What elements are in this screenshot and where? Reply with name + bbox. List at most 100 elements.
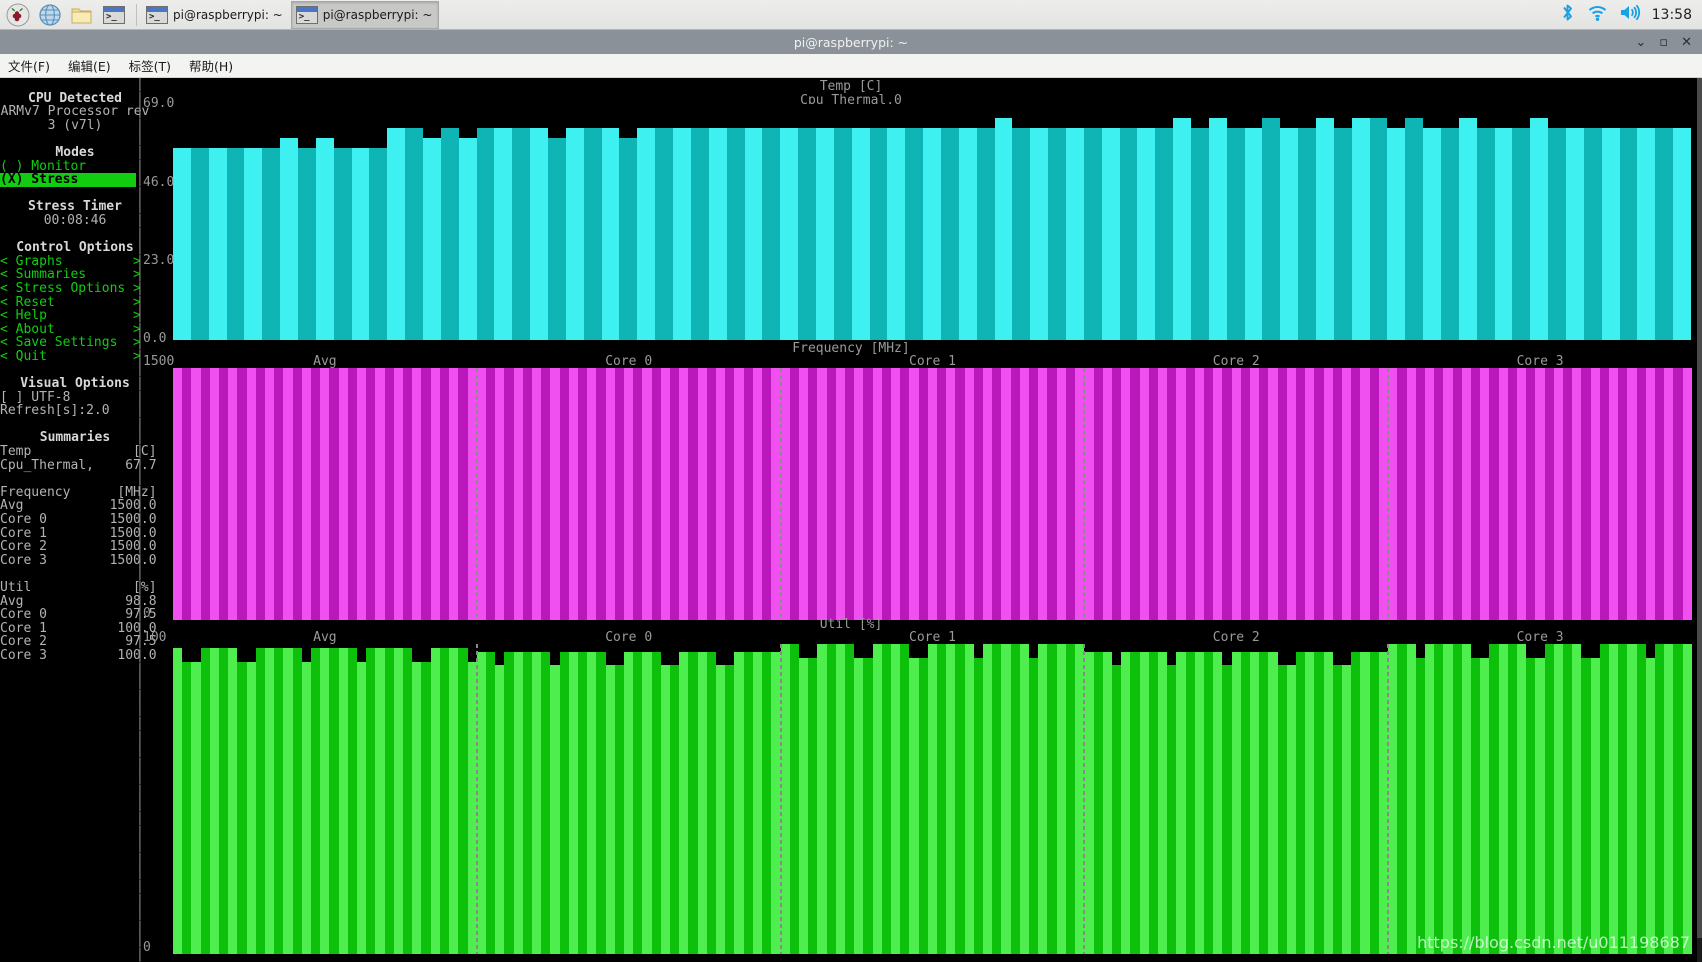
menu-tabs[interactable]: 标签(T) — [129, 56, 171, 75]
chart-bar — [1047, 644, 1057, 954]
control-option-0[interactable]: < Graphs > — [0, 255, 141, 269]
close-button[interactable]: ✕ — [1681, 36, 1692, 49]
temp-bar — [673, 127, 691, 340]
temp-bar — [815, 127, 834, 340]
control-option-2[interactable]: < Stress Options > — [0, 282, 141, 296]
chart-bar — [900, 644, 910, 954]
vertical-rule-cell: | — [136, 552, 144, 568]
chart-bar — [209, 368, 220, 620]
chart-bar — [338, 368, 348, 620]
file-manager-icon[interactable] — [69, 2, 95, 28]
wifi-icon[interactable] — [1587, 3, 1608, 26]
control-option-1[interactable]: < Summaries > — [0, 268, 141, 282]
chart-bar — [1065, 368, 1076, 620]
vertical-rule-cell: | — [136, 104, 144, 120]
chart-bar — [1240, 651, 1251, 954]
chart-bar — [301, 368, 312, 620]
chart-bar — [1489, 368, 1499, 620]
visual-option-refresh: Refresh[s]:2.0 — [0, 403, 110, 419]
web-browser-icon[interactable] — [37, 2, 63, 28]
temp-bar — [1637, 127, 1656, 340]
terminal-icon[interactable] — [101, 2, 127, 28]
bluetooth-icon[interactable] — [1559, 3, 1576, 26]
chart-bar — [1369, 651, 1379, 954]
temp-bar — [351, 148, 370, 340]
control-option-4[interactable]: < Help > — [0, 309, 141, 323]
volume-icon[interactable] — [1619, 3, 1641, 26]
mode-option-stress[interactable]: (X) Stress — [0, 173, 136, 187]
temp-bar — [1316, 117, 1334, 340]
chart-bar — [1194, 651, 1205, 954]
vertical-rule-cell: | — [136, 593, 144, 609]
chart-bar — [449, 647, 459, 954]
window-controls: ⌄ ▫ ✕ — [1635, 30, 1698, 54]
chart-bar — [1526, 368, 1536, 620]
vertical-rule-cell: | — [136, 879, 144, 895]
menu-edit[interactable]: 编辑(E) — [68, 56, 111, 75]
window-button-terminal-2[interactable]: pi@raspberrypi: ~ — [290, 0, 440, 29]
chart-bar — [1056, 644, 1066, 954]
mode-option-monitor[interactable]: ( ) Monitor — [0, 159, 136, 174]
chart-bar — [1425, 644, 1435, 954]
menu-help[interactable]: 帮助(H) — [189, 56, 233, 75]
chart-bar — [375, 647, 385, 954]
temp-bar — [173, 148, 191, 340]
temp-bar — [226, 148, 245, 340]
chart-bar — [1563, 368, 1573, 620]
temp-bar — [458, 138, 477, 340]
temp-bar — [583, 127, 602, 340]
chart-bar — [1507, 644, 1518, 954]
vertical-rule-cell: | — [136, 376, 144, 392]
chart-bar — [587, 651, 597, 954]
chart-bar — [541, 368, 551, 620]
temp-bar — [369, 148, 388, 340]
raspberry-menu-icon[interactable] — [5, 2, 31, 28]
chart-bar — [1461, 368, 1472, 620]
chart-bar — [688, 368, 698, 620]
chart-bar — [1645, 657, 1656, 954]
maximize-button[interactable]: ▫ — [1659, 36, 1668, 49]
control-option-5[interactable]: < About > — [0, 323, 141, 337]
chart-bar — [1526, 657, 1536, 954]
chart-bar — [1093, 368, 1103, 620]
section-label-avg: Avg — [313, 354, 337, 369]
vertical-rule-cell: | — [136, 199, 144, 215]
vertical-rule-cell: | — [136, 865, 144, 881]
chart-bar — [568, 651, 579, 954]
summary-util-header: Util [%] — [0, 579, 157, 595]
chart-bar — [1397, 368, 1407, 620]
terminal-scrollbar[interactable] — [1697, 78, 1702, 962]
chart-bar — [173, 647, 183, 954]
temp-bar — [565, 127, 584, 340]
window-button-terminal-1[interactable]: pi@raspberrypi: ~ — [141, 1, 290, 29]
chart-bar — [614, 665, 625, 954]
chart-bar — [366, 368, 376, 620]
control-option-3[interactable]: < Reset > — [0, 295, 141, 310]
chart-bar — [1112, 368, 1122, 620]
chart-bar — [228, 647, 238, 954]
minimize-button[interactable]: ⌄ — [1635, 36, 1646, 49]
scrollbar-thumb[interactable] — [1697, 78, 1702, 938]
chart-bar — [1480, 368, 1490, 620]
vertical-rule-cell: | — [136, 498, 144, 514]
summary-util-row-4: Core 3 100.0 — [0, 647, 157, 663]
stress-timer-heading: Stress Timer — [28, 199, 122, 215]
vertical-rule-cell: | — [136, 471, 144, 487]
chart-bar — [550, 665, 560, 954]
system-tray: 13:58 — [1559, 3, 1702, 26]
section-label-core-2: Core 2 — [1212, 354, 1260, 369]
temp-bar — [708, 127, 727, 340]
sidebar-text-row — [0, 187, 150, 201]
util-ticks-label-0: 100 — [143, 630, 167, 645]
chart-bar — [1286, 368, 1297, 620]
temp-bar — [1655, 127, 1674, 340]
chart-bar — [937, 644, 947, 954]
temp-bar — [1208, 117, 1227, 340]
chart-bar — [1167, 665, 1177, 954]
chart-bar — [449, 368, 459, 620]
menu-file[interactable]: 文件(F) — [8, 56, 50, 75]
chart-bar — [1480, 657, 1490, 954]
taskbar-clock[interactable]: 13:58 — [1652, 7, 1692, 23]
temp-bar — [1494, 127, 1513, 340]
chart-bar — [605, 665, 615, 954]
